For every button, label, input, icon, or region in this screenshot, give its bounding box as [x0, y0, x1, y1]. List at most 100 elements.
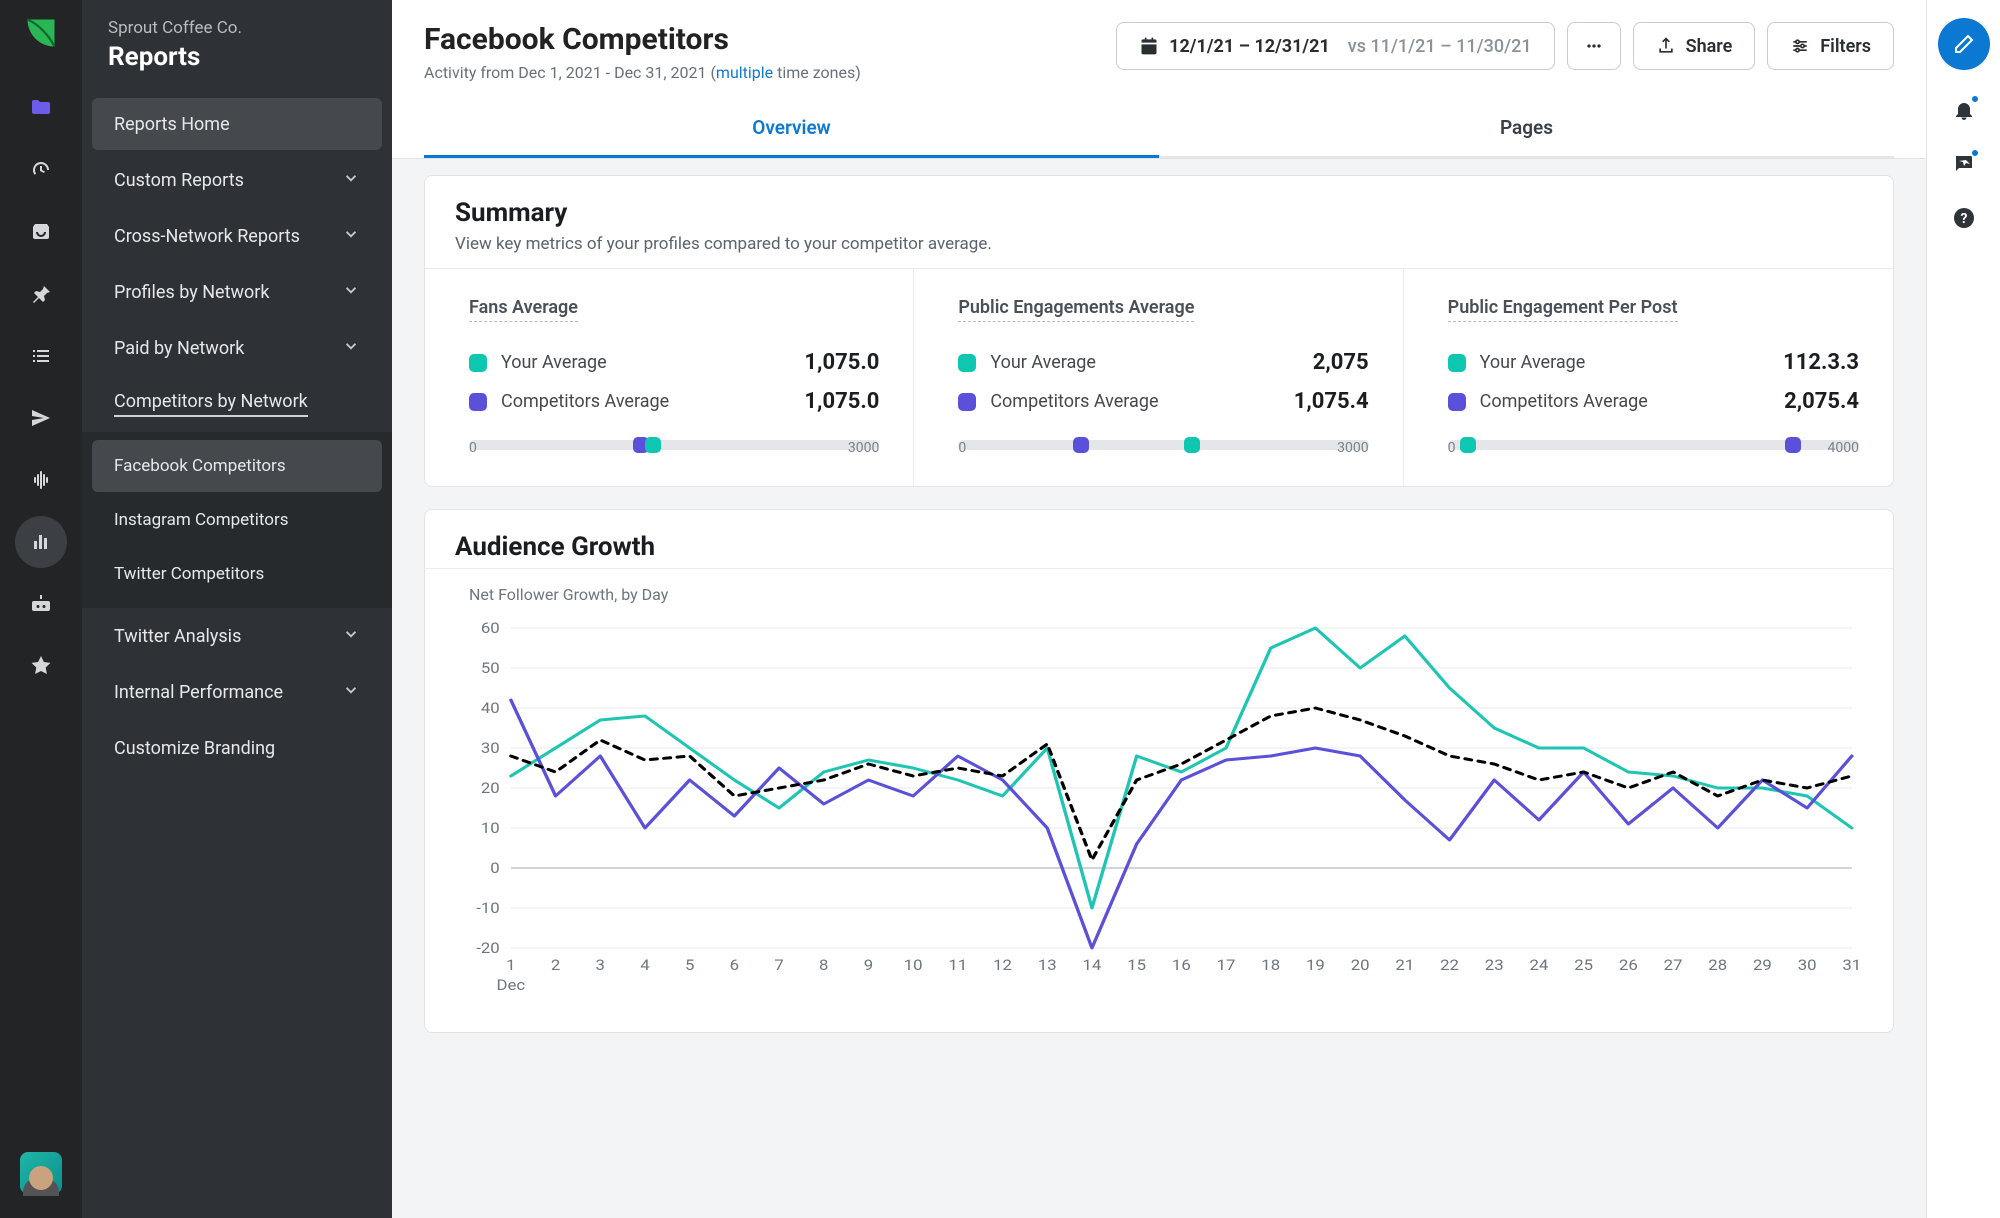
summary-description: View key metrics of your profiles compar… — [455, 234, 1863, 254]
share-button[interactable]: Share — [1633, 22, 1756, 70]
more-options-button[interactable] — [1567, 22, 1621, 70]
svg-text:40: 40 — [481, 699, 500, 717]
date-range-button[interactable]: 12/1/21 – 12/31/21 vs 11/1/21 – 11/30/21 — [1116, 22, 1554, 70]
legend-label: Competitors Average — [501, 391, 669, 412]
nav-twitter-analysis[interactable]: Twitter Analysis — [92, 610, 382, 662]
right-rail: ? — [1926, 0, 2000, 1218]
subnav-instagram-competitors[interactable]: Instagram Competitors — [92, 494, 382, 546]
range-min: 0 — [958, 440, 966, 456]
range-mark-your — [1460, 437, 1476, 453]
chat-icon[interactable] — [1950, 150, 1978, 178]
range-max: 3000 — [1337, 440, 1368, 456]
main-content: Facebook Competitors Activity from Dec 1… — [392, 0, 1926, 1218]
svg-text:4: 4 — [640, 956, 649, 974]
rail-audio-icon[interactable] — [15, 454, 67, 506]
help-icon[interactable]: ? — [1950, 204, 1978, 232]
metric-panel: Public Engagements Average Your Average2… — [914, 269, 1403, 486]
svg-text:20: 20 — [481, 779, 500, 797]
rail-star-icon[interactable] — [15, 640, 67, 692]
nav-paid-network[interactable]: Paid by Network — [92, 322, 382, 374]
nav-custom-reports[interactable]: Custom Reports — [92, 154, 382, 206]
chevron-down-icon — [342, 625, 360, 648]
svg-text:31: 31 — [1842, 956, 1861, 974]
metric-range-bar: 04000 — [1448, 440, 1859, 450]
rail-send-icon[interactable] — [15, 392, 67, 444]
legend-dot-your — [469, 354, 487, 372]
audience-growth-card: Audience Growth Net Follower Growth, by … — [424, 509, 1894, 1033]
metric-title: Fans Average — [469, 297, 578, 322]
range-min: 0 — [1448, 440, 1456, 456]
chat-badge — [1970, 148, 1980, 158]
subnav-facebook-competitors[interactable]: Facebook Competitors — [92, 440, 382, 492]
rail-bot-icon[interactable] — [15, 578, 67, 630]
rail-list-icon[interactable] — [15, 330, 67, 382]
svg-text:-10: -10 — [476, 899, 500, 917]
svg-text:Dec: Dec — [497, 976, 526, 994]
svg-text:10: 10 — [481, 819, 500, 837]
legend-label: Competitors Average — [1480, 391, 1648, 412]
metric-comp-value: 1,075.0 — [804, 389, 879, 414]
rail-folder-icon[interactable] — [15, 82, 67, 134]
nav-label: Competitors by Network — [114, 391, 308, 417]
svg-text:15: 15 — [1127, 956, 1146, 974]
filters-button[interactable]: Filters — [1767, 22, 1894, 70]
metric-range-bar: 03000 — [958, 440, 1368, 450]
notification-badge — [1970, 94, 1980, 104]
nav-competitors-network[interactable]: Competitors by Network — [92, 378, 382, 430]
rail-inbox-icon[interactable] — [15, 206, 67, 258]
rail-speed-icon[interactable] — [15, 144, 67, 196]
growth-subtitle: Net Follower Growth, by Day — [469, 585, 1863, 604]
range-max: 4000 — [1828, 440, 1859, 456]
summary-title: Summary — [455, 198, 1863, 228]
svg-text:25: 25 — [1574, 956, 1593, 974]
svg-text:28: 28 — [1708, 956, 1727, 974]
notifications-icon[interactable] — [1950, 96, 1978, 124]
metric-title: Public Engagements Average — [958, 297, 1194, 322]
rail-reports-icon[interactable] — [15, 516, 67, 568]
svg-text:3: 3 — [596, 956, 605, 974]
chevron-down-icon — [342, 681, 360, 704]
svg-text:1: 1 — [506, 956, 515, 974]
timezone-link[interactable]: multiple — [716, 63, 773, 82]
svg-text:30: 30 — [481, 739, 500, 757]
summary-card: Summary View key metrics of your profile… — [424, 175, 1894, 487]
svg-text:29: 29 — [1753, 956, 1772, 974]
section-title: Reports — [108, 42, 368, 72]
page-title: Facebook Competitors — [424, 22, 861, 57]
tab-pages[interactable]: Pages — [1159, 102, 1894, 158]
chevron-down-icon — [342, 169, 360, 192]
svg-text:20: 20 — [1351, 956, 1370, 974]
calendar-icon — [1139, 36, 1159, 56]
legend-dot-comp — [958, 393, 976, 411]
rail-pin-icon[interactable] — [15, 268, 67, 320]
svg-text:7: 7 — [774, 956, 783, 974]
nav-label: Profiles by Network — [114, 282, 269, 303]
subnav-twitter-competitors[interactable]: Twitter Competitors — [92, 548, 382, 600]
ellipsis-icon — [1584, 36, 1604, 56]
range-mark-comp — [1073, 437, 1089, 453]
legend-dot-your — [958, 354, 976, 372]
filters-icon — [1790, 36, 1810, 56]
user-avatar[interactable] — [20, 1152, 62, 1194]
svg-text:50: 50 — [481, 659, 500, 677]
svg-text:60: 60 — [481, 619, 500, 637]
svg-text:22: 22 — [1440, 956, 1459, 974]
metric-comp-value: 1,075.4 — [1294, 389, 1369, 414]
nav-cross-network[interactable]: Cross-Network Reports — [92, 210, 382, 262]
range-max: 3000 — [848, 440, 879, 456]
range-mark-your — [645, 437, 661, 453]
svg-text:?: ? — [1960, 211, 1967, 227]
legend-label: Your Average — [990, 352, 1096, 373]
svg-text:30: 30 — [1798, 956, 1817, 974]
legend-dot-your — [1448, 354, 1466, 372]
nav-internal-performance[interactable]: Internal Performance — [92, 666, 382, 718]
range-mark-your — [1184, 437, 1200, 453]
nav-label: Cross-Network Reports — [114, 226, 300, 247]
svg-text:17: 17 — [1217, 956, 1236, 974]
tab-overview[interactable]: Overview — [424, 102, 1159, 158]
chevron-down-icon — [342, 225, 360, 248]
nav-reports-home[interactable]: Reports Home — [92, 98, 382, 150]
compose-button[interactable] — [1938, 18, 1990, 70]
nav-profiles-network[interactable]: Profiles by Network — [92, 266, 382, 318]
nav-customize-branding[interactable]: Customize Branding — [92, 722, 382, 774]
